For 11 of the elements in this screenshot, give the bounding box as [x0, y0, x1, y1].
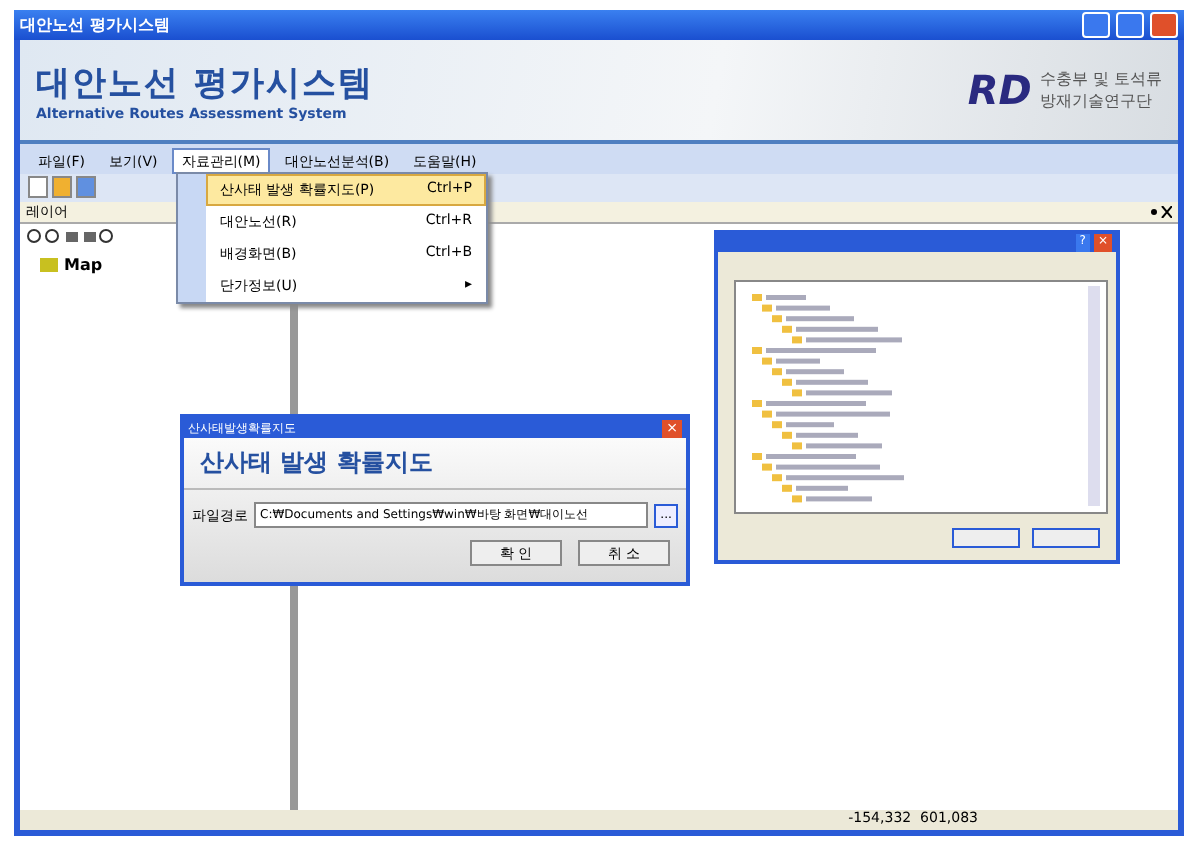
close-button[interactable]	[1150, 12, 1178, 38]
dialog-heading: 산사태 발생 확률지도	[184, 438, 686, 490]
banner-title: 대안노선 평가시스템	[36, 61, 376, 105]
window-title: 대안노선 평가시스템	[20, 14, 172, 36]
new-file-icon[interactable]	[28, 176, 48, 198]
org-name: 방재기술연구단	[1039, 90, 1154, 112]
map-tools-icon[interactable]	[26, 228, 114, 246]
logo: RD	[967, 66, 1032, 114]
layer-icon	[40, 258, 58, 272]
org-name: 수충부 및 토석류	[1039, 68, 1162, 90]
pin-close-icon[interactable]	[1148, 206, 1172, 218]
